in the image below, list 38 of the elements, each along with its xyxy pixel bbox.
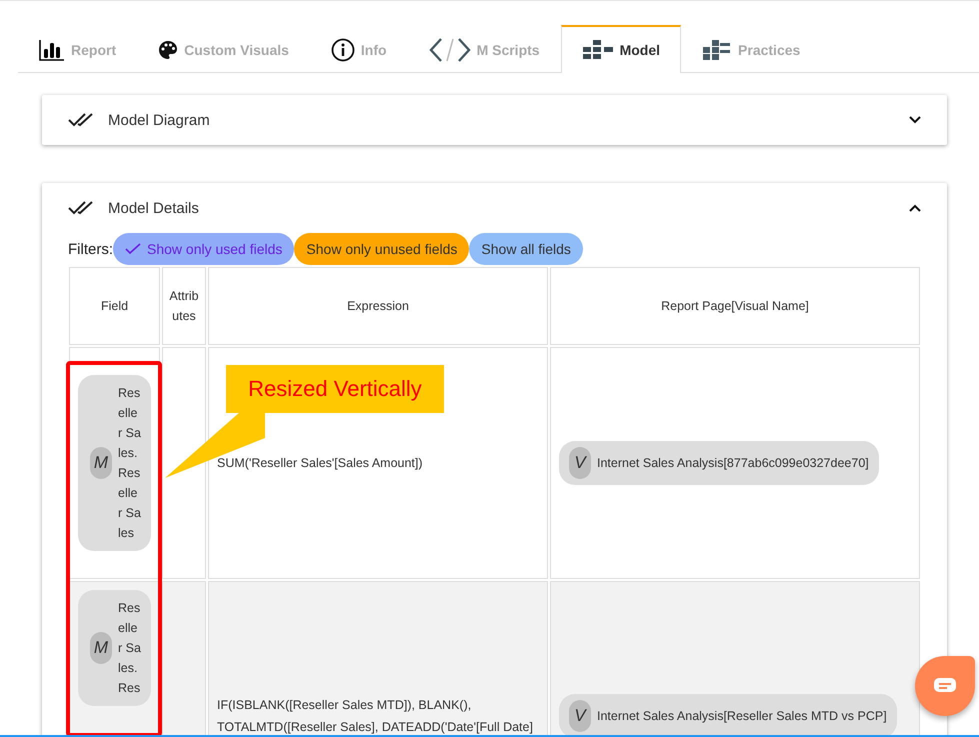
section-title: Model Details (108, 200, 200, 216)
section-title: Model Diagram (108, 112, 211, 128)
palette-icon (158, 40, 178, 60)
column-header: Field (69, 267, 160, 345)
badge-letter: V (569, 447, 591, 479)
double-check-icon (68, 112, 94, 128)
info-icon (330, 38, 355, 62)
chevron-up-icon[interactable] (909, 204, 921, 212)
column-header: Attributes (162, 267, 206, 345)
diagram-icon (582, 39, 614, 61)
filter-chip[interactable]: Show only unused fields (294, 233, 470, 265)
badge-letter: V (569, 700, 591, 732)
section-header[interactable]: Model Diagram (42, 95, 947, 145)
filters-label: Filters: (68, 240, 113, 258)
expression-text: IF(ISBLANK([Reseller Sales MTD]), BLANK(), TOTALMTD([Reseller Sales], DATEADD('Date'[Full Date] (217, 697, 534, 736)
badge-letter: M (90, 632, 112, 664)
visual-name: Internet Sales Analysis[Reseller Sales MTD vs PCP] (597, 709, 887, 723)
visual-chip[interactable]: V Internet Sales Analysis[877ab6c099e0327dee70] (559, 441, 879, 485)
check-icon (125, 243, 141, 255)
filter-chip[interactable]: Show all fields (469, 233, 583, 265)
visual-chip[interactable]: V Internet Sales Analysis[Reseller Sales MTD vs PCP] (559, 694, 897, 737)
badge-letter: M (90, 447, 112, 479)
tab[interactable]: Model (560, 25, 682, 73)
field-chip[interactable]: M Reseller Sales. Res (78, 590, 151, 706)
expression-text: SUM('Reseller Sales'[Sales Amount]) (217, 455, 423, 472)
code-brackets-icon (428, 36, 471, 62)
column-header: Expression (208, 267, 548, 345)
chevron-down-icon[interactable] (909, 116, 921, 124)
bar-chart-icon (39, 38, 65, 60)
section-header[interactable]: Model Details (42, 183, 947, 233)
field-name: Reseller Sales. Res (118, 600, 141, 697)
callout-text: Resized Vertically (248, 376, 422, 402)
column-header: Report Page[Visual Name] (550, 267, 920, 345)
checklist-icon (702, 38, 732, 60)
visual-name: Internet Sales Analysis[877ab6c099e0327dee70] (597, 456, 869, 470)
chat-bubble-icon (933, 677, 957, 695)
double-check-icon (68, 200, 94, 216)
field-name: Reseller Sales. Reseller Sales (118, 385, 141, 542)
